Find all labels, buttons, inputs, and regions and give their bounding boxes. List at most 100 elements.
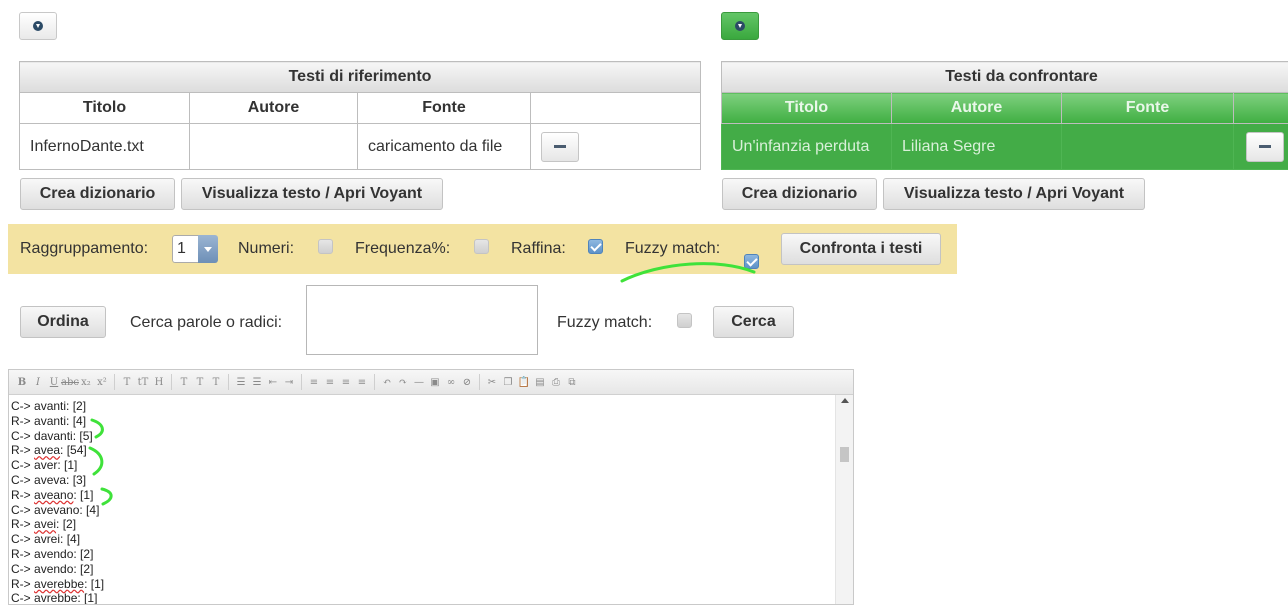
chevron-down-icon <box>198 235 218 263</box>
search-fuzzy-label: Fuzzy match: <box>557 314 653 331</box>
result-line: C-> avrebbe: [1] <box>11 591 98 605</box>
editor-toolbar: B I U abc x₂ x² T tT H T T T ☰ ☰ ⇤ ⇥ ≡ ≡… <box>9 370 853 395</box>
subscript-icon[interactable]: x₂ <box>79 374 93 390</box>
font-icon[interactable]: T <box>120 374 134 390</box>
cell-fonte: caricamento da file <box>357 123 531 170</box>
minus-icon <box>1259 145 1271 148</box>
numbered-list-icon[interactable]: ☰ <box>250 374 264 390</box>
editor-scrollbar[interactable] <box>835 395 853 604</box>
raggruppamento-label: Raggruppamento: <box>20 240 149 257</box>
column-header: Autore <box>189 92 358 124</box>
redo-icon[interactable]: ↷ <box>396 374 410 390</box>
outdent-icon[interactable]: ⇤ <box>266 374 280 390</box>
frequenza-checkbox[interactable] <box>474 239 489 254</box>
cell-fonte <box>1061 123 1234 170</box>
print-icon[interactable]: ⎙ <box>549 374 563 390</box>
result-line: C-> avrei: [4] <box>11 532 81 547</box>
bold-icon[interactable]: B <box>15 374 29 390</box>
align-right-icon[interactable]: ≡ <box>339 374 353 390</box>
cell-autore <box>189 123 358 170</box>
table-row: InfernoDante.txt caricamento da file <box>19 123 702 170</box>
numeri-checkbox[interactable] <box>318 239 333 254</box>
result-line: R-> avendo: [2] <box>11 546 94 561</box>
background-color-icon[interactable]: T <box>193 374 207 390</box>
cerca-button[interactable]: Cerca <box>713 306 794 338</box>
numeri-label: Numeri: <box>238 240 295 257</box>
expand-cmp-button[interactable] <box>721 12 759 40</box>
minus-icon <box>554 145 566 148</box>
column-header: Fonte <box>1061 92 1234 124</box>
cell-titolo: InfernoDante.txt <box>19 123 190 170</box>
remove-text-button[interactable] <box>541 131 579 162</box>
indent-icon[interactable]: ⇥ <box>282 374 296 390</box>
crea-dizionario-cmp-button[interactable]: Crea dizionario <box>722 178 877 210</box>
result-line: R-> averebbe: [1] <box>11 576 105 591</box>
result-line: C-> avevano: [4] <box>11 502 100 517</box>
result-line: C-> davanti: [5] <box>11 428 93 443</box>
visualizza-ref-button[interactable]: Visualizza testo / Apri Voyant <box>181 178 443 210</box>
link-icon[interactable]: ∞ <box>444 374 458 390</box>
result-line: C-> avendo: [2] <box>11 561 94 576</box>
paste-icon[interactable]: 📋 <box>517 374 531 390</box>
results-list: C-> avanti: [2] R-> avanti: [4] C-> davant… <box>9 399 853 605</box>
circle-arrow-down-icon <box>33 21 43 31</box>
bullet-list-icon[interactable]: ☰ <box>234 374 248 390</box>
copy-icon[interactable]: ❐ <box>501 374 515 390</box>
column-header: Titolo <box>721 92 892 124</box>
results-editor[interactable]: B I U abc x₂ x² T tT H T T T ☰ ☰ ⇤ ⇥ ≡ ≡… <box>8 369 854 605</box>
column-header: Titolo <box>19 92 190 124</box>
visualizza-cmp-button[interactable]: Visualizza testo / Apri Voyant <box>883 178 1145 210</box>
raffina-label: Raffina: <box>511 240 566 257</box>
column-header: Fonte <box>357 92 531 124</box>
fuzzy-match-label: Fuzzy match: <box>625 240 721 257</box>
cut-icon[interactable]: ✂ <box>485 374 499 390</box>
strikethrough-icon[interactable]: abc <box>61 374 79 390</box>
result-line: R-> avea: [54] <box>11 443 87 458</box>
text-color-icon[interactable]: T <box>177 374 191 390</box>
raggruppamento-select[interactable]: 1 <box>172 235 218 263</box>
fuzzy-match-checkbox[interactable] <box>744 254 759 269</box>
table-row: Un'infanzia perduta Liliana Segre <box>721 123 1288 170</box>
search-input[interactable] <box>306 285 538 355</box>
result-line: R-> aveano: [1] <box>11 487 94 502</box>
confronta-button[interactable]: Confronta i testi <box>781 233 941 265</box>
remove-text-button[interactable] <box>1246 131 1284 162</box>
raffina-checkbox[interactable] <box>588 239 603 254</box>
scroll-up-icon[interactable] <box>841 398 849 403</box>
align-center-icon[interactable]: ≡ <box>323 374 337 390</box>
expand-ref-button[interactable] <box>19 12 57 40</box>
search-label: Cerca parole o radici: <box>130 314 283 331</box>
font-size-icon[interactable]: tT <box>136 374 150 390</box>
clear-format-icon[interactable]: T <box>209 374 223 390</box>
table-caption: Testi di riferimento <box>18 61 702 93</box>
justify-icon[interactable]: ≡ <box>355 374 369 390</box>
result-line: C-> aver: [1] <box>11 458 78 473</box>
table-caption: Testi da confrontare <box>721 61 1288 93</box>
align-left-icon[interactable]: ≡ <box>307 374 321 390</box>
heading-icon[interactable]: H <box>152 374 166 390</box>
superscript-icon[interactable]: x² <box>95 374 109 390</box>
cell-titolo: Un'infanzia perduta <box>721 123 892 170</box>
reference-texts-table: Testi di riferimento Titolo Autore Fonte… <box>18 61 702 170</box>
undo-icon[interactable]: ↶ <box>380 374 394 390</box>
result-line: C-> avanti: [2] <box>11 399 87 413</box>
compare-texts-table: Testi da confrontare Titolo Autore Fonte… <box>721 61 1288 170</box>
frequenza-label: Frequenza%: <box>355 240 451 257</box>
circle-arrow-down-icon <box>735 21 745 31</box>
ordina-button[interactable]: Ordina <box>20 306 106 338</box>
result-line: R-> avei: [2] <box>11 517 77 532</box>
result-line: C-> aveva: [3] <box>11 472 87 487</box>
unlink-icon[interactable]: ⊘ <box>460 374 474 390</box>
paste-text-icon[interactable]: ▤ <box>533 374 547 390</box>
underline-icon[interactable]: U <box>47 374 61 390</box>
cell-autore: Liliana Segre <box>891 123 1062 170</box>
scroll-thumb[interactable] <box>840 447 849 462</box>
result-line: R-> avanti: [4] <box>11 413 87 428</box>
horizontal-rule-icon[interactable]: — <box>412 374 426 390</box>
search-fuzzy-checkbox[interactable] <box>677 313 692 328</box>
source-icon[interactable]: ⧉ <box>565 374 579 390</box>
image-icon[interactable]: ▣ <box>428 374 442 390</box>
crea-dizionario-ref-button[interactable]: Crea dizionario <box>20 178 175 210</box>
italic-icon[interactable]: I <box>31 374 45 390</box>
column-header: Autore <box>891 92 1062 124</box>
